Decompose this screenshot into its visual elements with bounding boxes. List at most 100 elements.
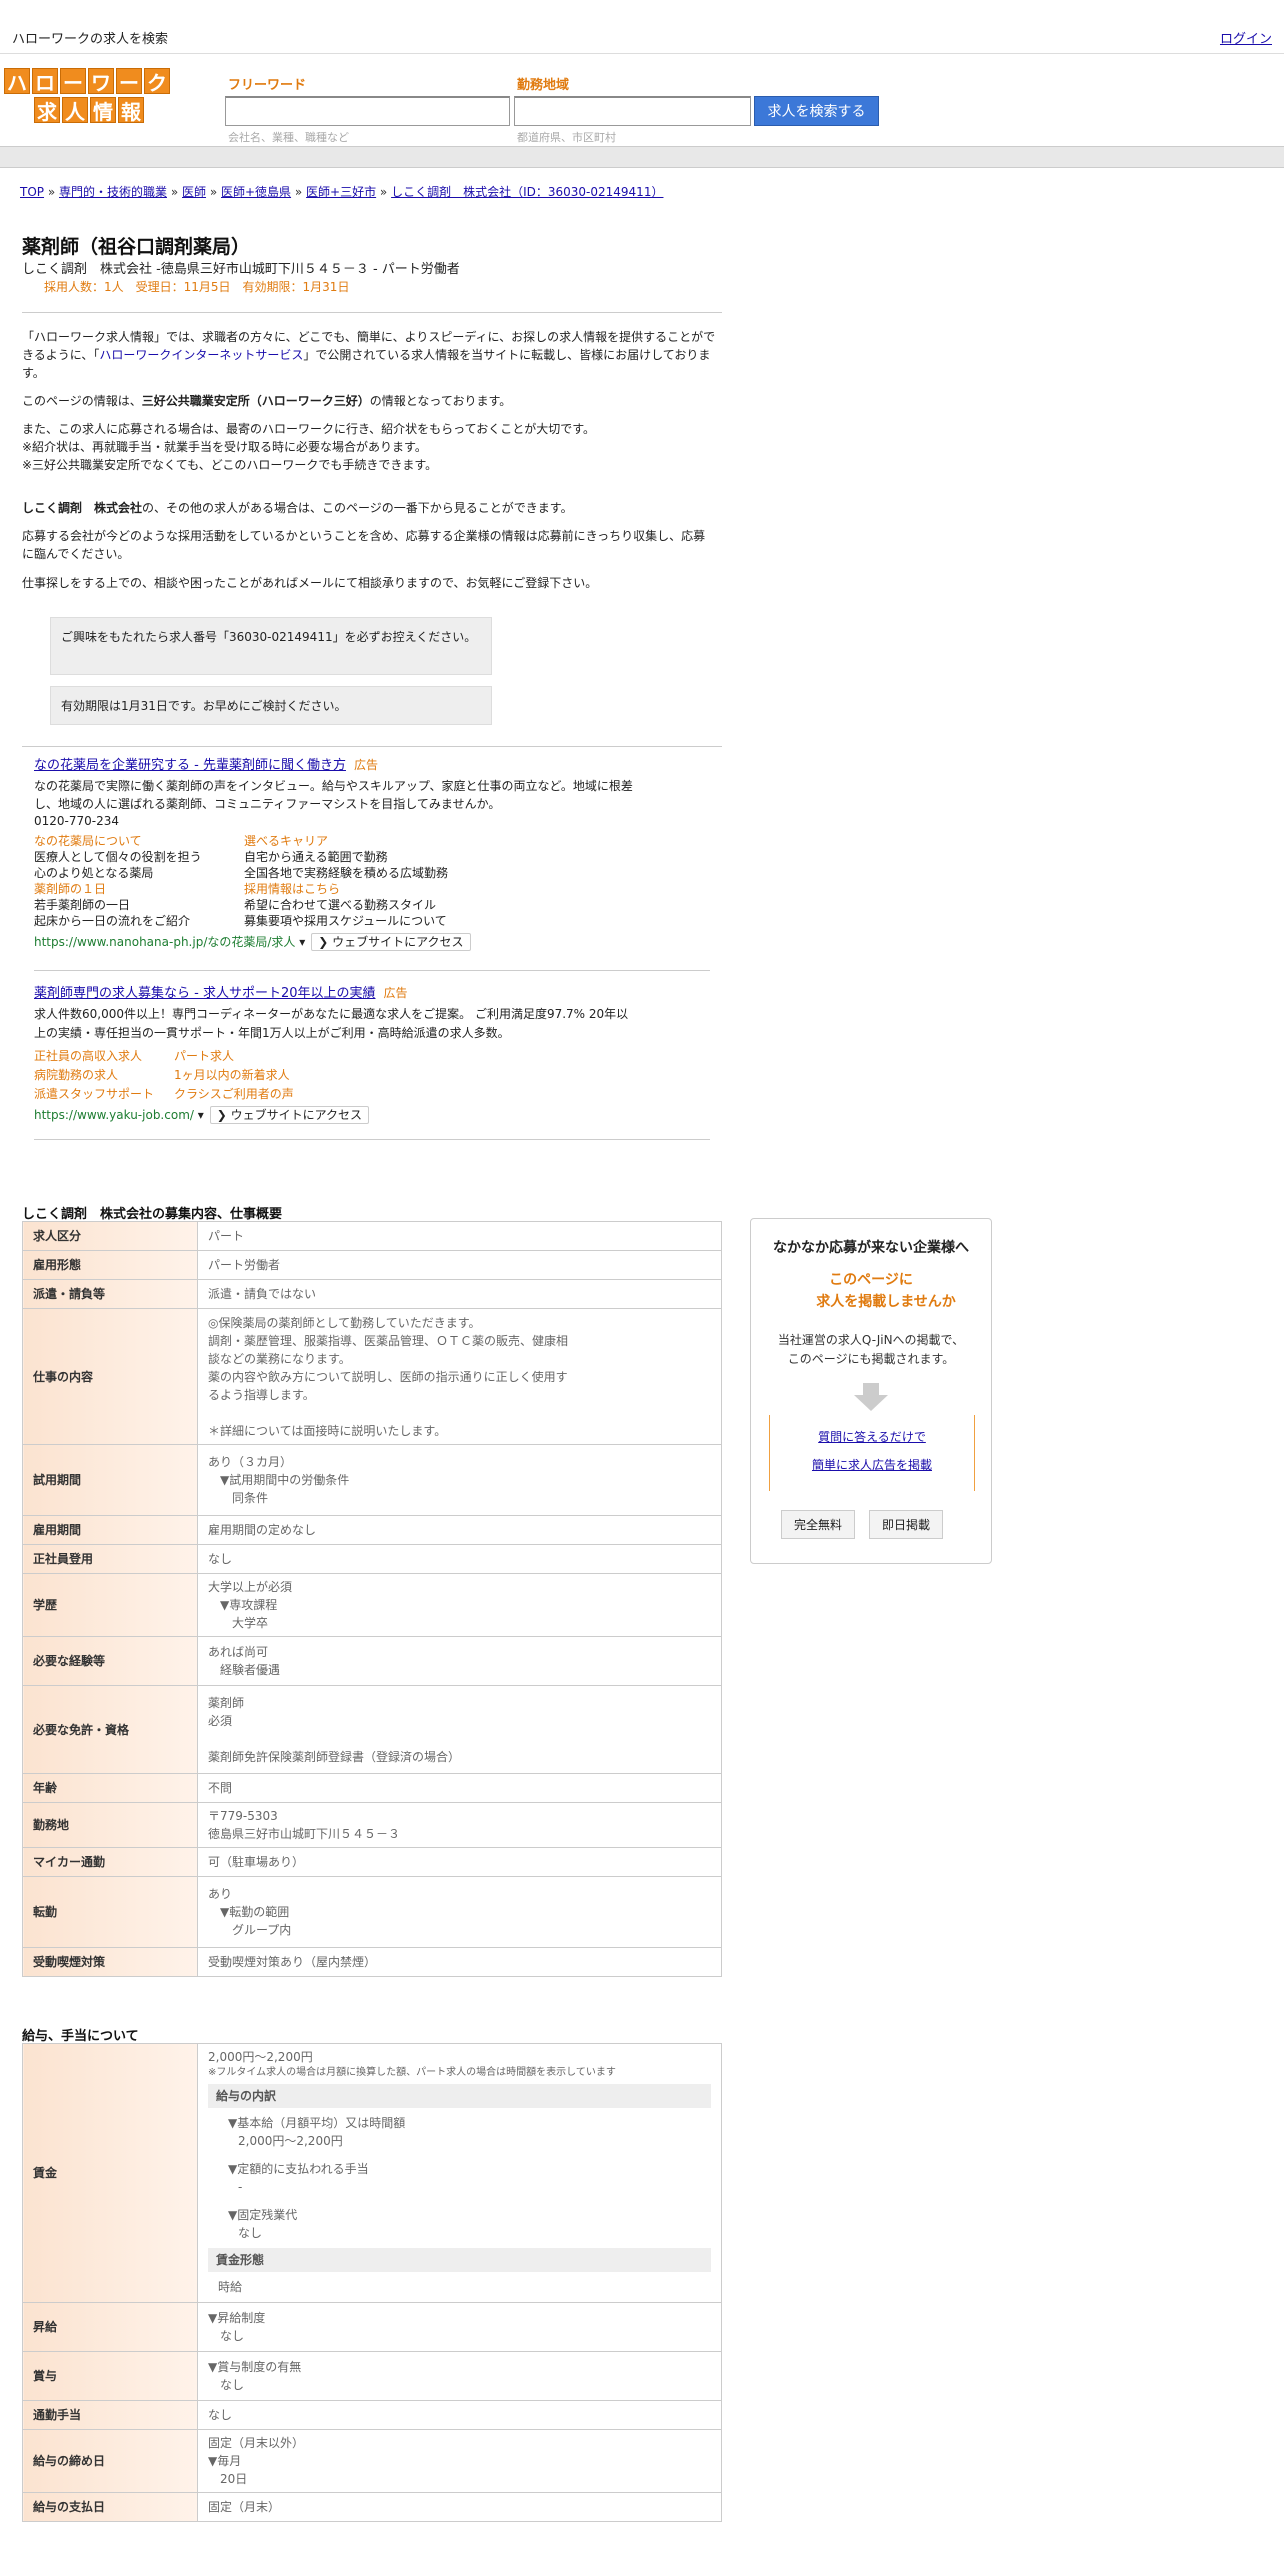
chevron-down-icon[interactable]: ▾ — [198, 1108, 204, 1122]
header-divider — [0, 146, 1284, 168]
row-value-line: ▼試用期間中の労働条件 — [208, 1473, 350, 1487]
row-header: 求人区分 — [22, 1221, 198, 1251]
intro-text: このページの情報は、 — [22, 394, 142, 408]
breadcrumb-city[interactable]: 医師+三好市 — [306, 185, 376, 199]
section-title-salary: 給与、手当について — [22, 2029, 139, 2044]
row-value: 大学以上が必須 ▼専攻課程 大学卒 — [197, 1573, 722, 1637]
hellowork-internet-link[interactable]: ハローワークインターネットサービス — [99, 348, 303, 362]
row-value: 固定（月末） — [197, 2492, 722, 2522]
ad-sitelinks: なの花薬局について 医療人として個々の役割を担う 心のより処となる薬局 選べるキャリ… — [34, 833, 694, 929]
intro-p2: このページの情報は、三好公共職業安定所（ハローワーク三好）の情報となっております… — [22, 392, 717, 410]
row-header: 昇給 — [22, 2302, 198, 2352]
sitelink-desc: 全国各地で実務経験を積める広域勤務 — [244, 866, 449, 880]
table-row: 正社員登用 なし — [22, 1544, 722, 1574]
job-title: 薬剤師（祖谷口調剤薬局） — [22, 236, 251, 258]
breadcrumb-top[interactable]: TOP — [20, 185, 44, 199]
search-button[interactable]: 求人を検索する — [754, 96, 879, 126]
intro-p7: 応募する会社が今どのような採用活動をしているかということを含め、応募する企業様の… — [22, 529, 706, 561]
row-header: 試用期間 — [22, 1444, 198, 1516]
row-value-line: 〒779-5303 — [208, 1809, 278, 1823]
hellowork-logo[interactable]: ハローワーク 求人情報 — [4, 68, 170, 126]
subheading: 賃金形態 — [208, 2248, 711, 2272]
row-value-line: なし — [208, 1552, 233, 1566]
salary-table: 賃金 2,000円〜2,200円 ※フルタイム求人の場合は月額に換算した額、パー… — [22, 2043, 722, 2522]
row-value-line: 固定（月末以外） — [208, 2436, 305, 2450]
ad-sitelink[interactable]: 薬剤師の１日 若手薬剤師の一日 起床から一日の流れをご紹介 — [34, 881, 244, 929]
row-value: ▼賞与制度の有無 なし — [197, 2351, 722, 2401]
row-header: 年齢 — [22, 1773, 198, 1803]
ad-sitelink[interactable]: 採用情報はこちら 希望に合わせて選べる勤務スタイル 募集要項や採用スケジュールについ… — [244, 881, 504, 929]
row-value: 雇用期間の定めなし — [197, 1515, 722, 1545]
row-value-line: ▼転勤の範囲 — [208, 1905, 290, 1919]
row-header: 給与の締め日 — [22, 2429, 198, 2493]
logo-char: 人 — [62, 97, 88, 124]
ad-url[interactable]: https://www.nanohana-ph.jp/なの花薬局/求人 — [34, 935, 295, 949]
desc-line: このページにも掲載されます。 — [787, 1352, 955, 1366]
search-header: ハローワーク 求人情報 フリーワード 会社名、業種、職種など 勤務地域 都道府県… — [0, 54, 1284, 146]
row-value-line: るよう指導します。 — [208, 1387, 315, 1402]
breadcrumb-company[interactable]: しこく調剤 株式会社（ID：36030-02149411） — [391, 185, 663, 199]
sitelink-title[interactable]: 採用情報はこちら — [244, 881, 504, 897]
sitelink-title[interactable]: なの花薬局について — [34, 833, 244, 849]
freeword-hint: 会社名、業種、職種など — [228, 131, 349, 144]
wage-line: ▼定額的に支払われる手当 — [228, 2162, 369, 2176]
divider — [34, 970, 710, 971]
freeword-input[interactable] — [225, 96, 510, 126]
sitelink-title[interactable]: 薬剤師の１日 — [34, 881, 244, 897]
ad-title[interactable]: 薬剤師専門の求人募集なら - 求人サポート20年以上の実績 — [34, 986, 376, 1001]
wage-form: 時給 — [218, 2280, 243, 2294]
ad-sitelink[interactable]: 選べるキャリア 自宅から通える範囲で勤務 全国各地で実務経験を積める広域勤務 — [244, 833, 504, 881]
table-row: 受動喫煙対策 受動喫煙対策あり（屋内禁煙） — [22, 1947, 722, 1977]
row-header: 転勤 — [22, 1876, 198, 1948]
ad-title[interactable]: なの花薬局を企業研究する - 先輩薬剤師に聞く働き方 — [34, 758, 346, 773]
breadcrumb-category[interactable]: 専門的・技術的職業 — [59, 185, 167, 199]
wage-range: 2,000円〜2,200円 — [208, 2050, 313, 2064]
ad-sitelink[interactable]: 1ヶ月以内の新着求人 — [174, 1066, 374, 1085]
row-value-line: 大学以上が必須 — [208, 1580, 293, 1594]
row-value: 薬剤師 必須 薬剤師免許保険薬剤師登録書（登録済の場合） — [197, 1685, 722, 1774]
job-details-table: 求人区分 パート 雇用形態 パート労働者 派遣・請負等 派遣・請負ではない 仕事の内容 ◎保険… — [22, 1221, 722, 1977]
area-hint: 都道府県、市区町村 — [517, 131, 616, 144]
intro-p6: しこく調剤 株式会社の、その他の求人がある場合は、このページの一番下から見ること… — [22, 499, 717, 517]
freeword-label: フリーワード — [228, 78, 307, 93]
row-value-line: 雇用期間の定めなし — [208, 1523, 317, 1537]
visit-site-button[interactable]: ❯ ウェブサイトにアクセス — [209, 1106, 370, 1124]
ad-phone[interactable]: 0120-770-234 — [34, 813, 694, 829]
row-value: ▼昇給制度 なし — [197, 2302, 722, 2352]
row-value: 受動喫煙対策あり（屋内禁煙） — [197, 1947, 722, 1977]
row-value-line: ▼賞与制度の有無 — [208, 2360, 302, 2374]
row-header: 必要な免許・資格 — [22, 1685, 198, 1774]
ad-sitelink[interactable]: 病院勤務の求人 — [34, 1066, 174, 1085]
breadcrumb-doctor[interactable]: 医師 — [182, 185, 206, 199]
row-value-line: 同条件 — [208, 1491, 269, 1505]
sitelink-desc: 募集要項や採用スケジュールについて — [244, 914, 447, 928]
row-value: あり ▼転勤の範囲 グループ内 — [197, 1876, 722, 1948]
ad-url[interactable]: https://www.yaku-job.com/ — [34, 1108, 194, 1122]
ad-sitelink[interactable]: 正社員の高収入求人 — [34, 1047, 174, 1066]
subheading: 給与の内訳 — [208, 2084, 711, 2108]
row-value-line: あれば尚可 — [208, 1645, 269, 1659]
table-row: 賞与 ▼賞与制度の有無 なし — [22, 2351, 722, 2401]
row-value: パート労働者 — [197, 1250, 722, 1280]
area-label: 勤務地域 — [517, 78, 570, 93]
ad-sitelink[interactable]: なの花薬局について 医療人として個々の役割を担う 心のより処となる薬局 — [34, 833, 244, 881]
ad-sitelink[interactable]: パート求人 — [174, 1047, 374, 1066]
sitelink-title[interactable]: 選べるキャリア — [244, 833, 504, 849]
breadcrumb-pref[interactable]: 医師+徳島県 — [221, 185, 291, 199]
office-name: 三好公共職業安定所（ハローワーク三好） — [141, 394, 370, 408]
visit-site-button[interactable]: ❯ ウェブサイトにアクセス — [311, 933, 471, 951]
area-input[interactable] — [514, 96, 751, 126]
ad-sitelink[interactable]: 派遣スタッフサポート — [34, 1085, 174, 1104]
chevron-down-icon[interactable]: ▾ — [299, 935, 305, 949]
row-value-line: 可（駐車場あり） — [208, 1855, 305, 1869]
row-value: 2,000円〜2,200円 ※フルタイム求人の場合は月額に換算した額、パート求人… — [197, 2043, 722, 2303]
login-link[interactable]: ログイン — [1220, 28, 1272, 47]
ad-nanohana: なの花薬局を企業研究する - 先輩薬剤師に聞く働き方 広告 なの花薬局で実際に働く… — [34, 757, 694, 951]
post-ad-link[interactable]: 簡単に求人広告を掲載 — [812, 1458, 932, 1472]
row-value-line: 経験者優遇 — [208, 1663, 281, 1677]
question-link[interactable]: 質問に答えるだけで — [818, 1430, 926, 1444]
row-header: 正社員登用 — [22, 1544, 198, 1574]
ad-sitelink[interactable]: クラシスご利用者の声 — [174, 1085, 374, 1104]
logo-char: 情 — [90, 97, 116, 124]
row-header: 受動喫煙対策 — [22, 1947, 198, 1977]
